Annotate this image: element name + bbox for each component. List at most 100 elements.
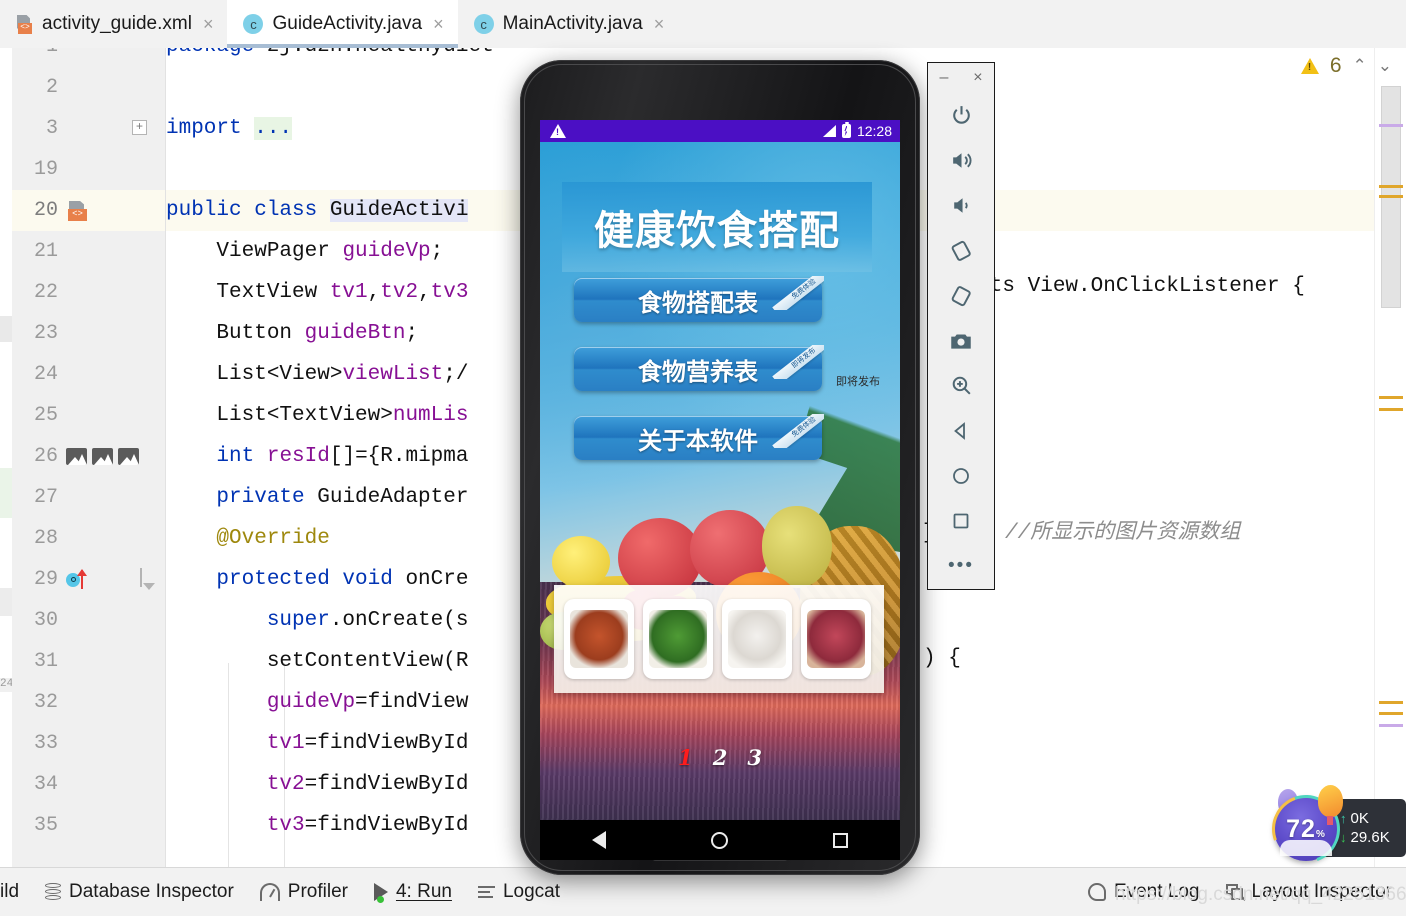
fold-expand-icon[interactable]: + [132,120,147,135]
code-token: private [166,486,318,509]
tab-activity-guide-xml[interactable]: <> activity_guide.xml × [0,0,227,48]
stripe-marker-warning[interactable] [1379,701,1403,704]
volume-up-icon[interactable] [927,138,995,183]
app-button-food-pairing[interactable]: 食物搭配表 免费体验 [574,276,824,322]
vegetable-thumbnail[interactable] [643,599,713,679]
close-icon[interactable]: × [973,69,982,87]
status-layout-inspector[interactable]: Layout Inspector [1225,881,1392,903]
rotate-right-icon[interactable] [927,273,995,318]
home-icon[interactable] [927,453,995,498]
minimize-icon[interactable]: – [939,69,948,87]
code-token: ;/ [443,363,469,386]
crab-thumbnail[interactable] [564,599,634,679]
overview-icon[interactable] [927,498,995,543]
gutter-line[interactable]: 29 [12,559,165,600]
tab-close-icon[interactable]: × [654,15,665,33]
gutter-line[interactable]: 20 <> [12,190,165,231]
zoom-icon[interactable] [927,363,995,408]
code-token: ViewPager [166,240,343,263]
gutter-line[interactable]: 33 [12,723,165,764]
inspection-widget[interactable]: 6 ⌃ ⌄ [1300,54,1392,78]
stripe-marker-rename[interactable] [1379,124,1403,127]
balloon-icon [1318,785,1343,825]
gutter-line[interactable]: 24 [12,354,165,395]
status-database-inspector[interactable]: Database Inspector [45,881,234,903]
stripe-marker-warning[interactable] [1379,408,1403,411]
gutter-line[interactable]: 22 [12,272,165,313]
stripe-marker-warning[interactable] [1379,396,1403,399]
android-emulator-device[interactable]: 12:28 健康饮食搭配 [520,60,920,875]
gutter-icons[interactable] [66,568,92,591]
status-profiler[interactable]: Profiler [259,881,348,903]
code-fragment: ments View.OnClickListener { [952,275,1305,298]
camera-icon[interactable] [927,318,995,363]
back-icon[interactable] [927,408,995,453]
status-build-label[interactable]: ild [0,881,19,903]
editor-gutter[interactable]: 123+1920<>212223242526272829303132333435 [12,48,166,867]
stripe-marker-rename[interactable] [1379,724,1403,727]
xml-layout-preview-marker[interactable]: <> [66,200,89,221]
gutter-line[interactable]: 1 [12,48,165,67]
garlic-thumbnail[interactable] [722,599,792,679]
back-icon[interactable] [592,831,607,849]
gutter-line[interactable]: 31 [12,641,165,682]
tab-close-icon[interactable]: × [203,15,214,33]
gutter-line[interactable]: 23 [12,313,165,354]
status-event-log[interactable]: Event Log [1087,881,1200,903]
code-token: resId [266,445,330,468]
image-resource-preview-marker[interactable] [118,448,139,465]
rotate-left-icon[interactable] [927,228,995,273]
chevron-up-icon[interactable]: ⌃ [1353,56,1367,76]
status-clock: 12:28 [856,123,892,139]
gutter-icons[interactable] [66,448,139,465]
right-error-stripe[interactable] [1374,48,1406,867]
code-token: =findViewById [304,732,469,755]
gutter-line[interactable]: 2 [12,67,165,108]
gutter-line[interactable]: 32 [12,682,165,723]
app-content[interactable]: 健康饮食搭配 食物搭配表 免费体验 食物营养表 即将发布 即将发布 关于本软件 … [540,142,900,820]
power-icon[interactable] [927,93,995,138]
image-resource-preview-marker[interactable] [92,448,113,465]
meat-thumbnail[interactable] [801,599,871,679]
stripe-marker-warning[interactable] [1379,185,1403,188]
tab-label: MainActivity.java [502,13,643,34]
tab-close-icon[interactable]: × [433,15,444,33]
gutter-line[interactable]: 19 [12,149,165,190]
device-screen[interactable]: 12:28 健康饮食搭配 [540,120,900,860]
tab-guideactivity-java[interactable]: c GuideActivity.java × [227,0,458,48]
gutter-line[interactable]: 27 [12,477,165,518]
app-button-nutrition-table[interactable]: 食物营养表 即将发布 即将发布 [574,345,880,391]
gutter-line[interactable]: 3 + [12,108,165,149]
page-indicator-1[interactable]: 1 [678,745,693,770]
coming-soon-ribbon: 即将发布 [770,345,824,379]
page-indicator-2[interactable]: 2 [713,745,728,770]
android-navigation-bar[interactable] [540,820,900,860]
override-method-marker[interactable] [66,568,92,591]
gutter-line[interactable]: 21 [12,231,165,272]
recents-icon[interactable] [832,832,848,848]
page-indicator-3[interactable]: 3 [747,745,762,770]
gutter-line[interactable]: 35 [12,805,165,846]
stripe-marker-warning[interactable] [1379,712,1403,715]
more-icon[interactable]: ••• [927,543,995,588]
event-log-icon [1087,883,1106,901]
gutter-line[interactable]: 26 [12,436,165,477]
volume-down-icon[interactable] [927,183,995,228]
home-icon[interactable] [710,831,728,849]
app-button-label: 关于本软件 [638,426,758,455]
stripe-marker-warning[interactable] [1379,195,1403,198]
status-run[interactable]: 4: Run [373,881,452,903]
gutter-line[interactable]: 28 [12,518,165,559]
gutter-line[interactable]: 34 [12,764,165,805]
gutter-icons[interactable]: <> [66,200,89,221]
status-logcat[interactable]: Logcat [477,881,560,903]
image-resource-preview-marker[interactable] [66,448,87,465]
tab-mainactivity-java[interactable]: c MainActivity.java × [458,0,679,48]
system-monitor-widget[interactable]: ↑ 0K ↓ 29.6K 72% [1260,783,1406,875]
chevron-down-icon[interactable]: ⌄ [1378,56,1392,76]
gutter-line[interactable]: 30 [12,600,165,641]
emulator-toolbar[interactable]: – × ••• [927,62,995,590]
gutter-line[interactable]: 25 [12,395,165,436]
app-button-about[interactable]: 关于本软件 免费体验 [574,414,824,460]
